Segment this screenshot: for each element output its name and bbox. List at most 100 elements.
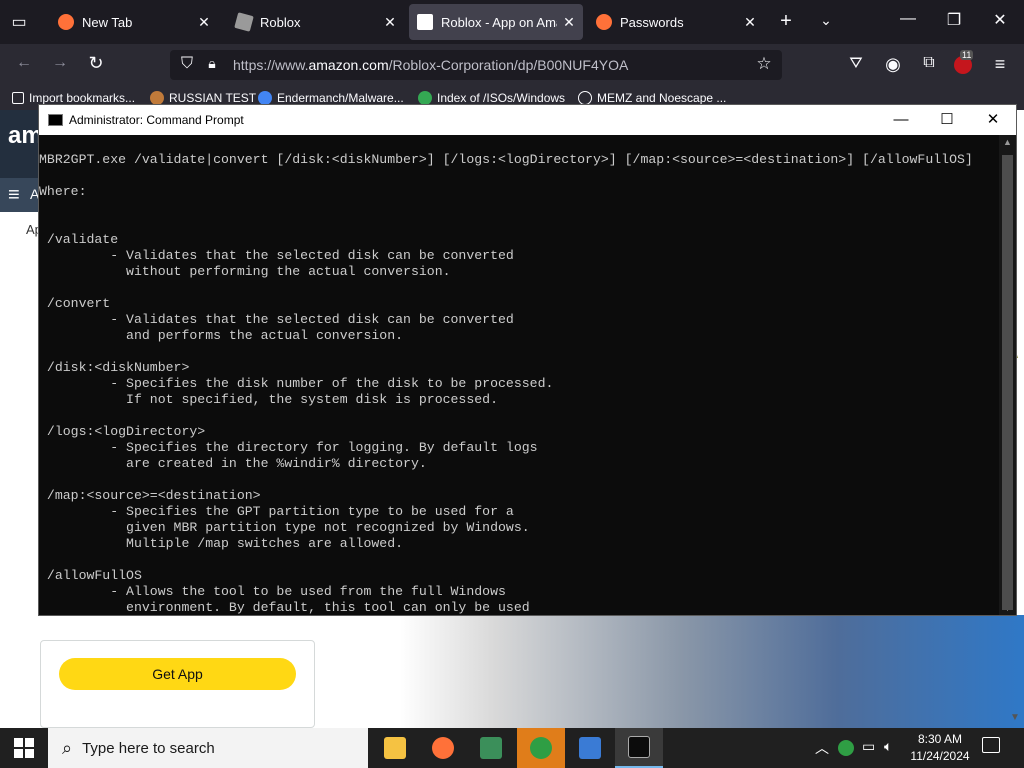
bookmark-label: RUSSIAN TEST xyxy=(169,91,257,105)
tab-close-icon[interactable]: ✕ xyxy=(192,14,216,31)
cmd-output-line xyxy=(39,552,999,568)
command-prompt-taskbar-icon[interactable] xyxy=(615,728,663,768)
cmd-output-line: - Specifies the GPT partition type to be… xyxy=(39,504,514,519)
extensions-icon[interactable]: ⧉ xyxy=(918,54,940,72)
bookmark-label: Endermanch/Malware... xyxy=(277,91,404,105)
cmd-output-line: Where: xyxy=(39,184,87,199)
notepad-taskbar-icon[interactable] xyxy=(467,728,515,768)
clock-date: 11/24/2024 xyxy=(910,749,970,763)
restore-icon[interactable]: ❐ xyxy=(942,10,966,30)
url-host: amazon.com xyxy=(308,57,389,73)
tracking-shield-icon[interactable]: ⛉ xyxy=(178,55,196,73)
notifications-icon[interactable] xyxy=(982,737,1000,753)
account-icon[interactable]: ◉ xyxy=(882,54,904,75)
cmd-output-line: given MBR partition type not recognized … xyxy=(39,520,530,535)
cmd-icon xyxy=(628,736,650,758)
bookmark-endermanch[interactable]: Endermanch/Malware... xyxy=(258,91,404,105)
cmd-output-line: without performing the actual conversion… xyxy=(39,264,451,279)
forward-icon[interactable]: → xyxy=(48,54,72,72)
cmd-output-line: MBR2GPT.exe /validate|convert [/disk:<di… xyxy=(39,152,973,167)
tab-new-tab[interactable]: New Tab ✕ xyxy=(44,4,222,40)
firefox-view-icon[interactable]: ▭ xyxy=(8,12,30,32)
tab-label: Passwords xyxy=(620,14,684,30)
roblox-icon xyxy=(234,12,254,32)
tab-close-icon[interactable]: ✕ xyxy=(557,14,581,31)
bookmark-favicon-icon xyxy=(150,91,164,105)
bookmark-label: Index of /ISOs/Windows xyxy=(437,91,566,105)
pocket-icon[interactable]: ⛛ xyxy=(845,55,867,73)
hamburger-menu-icon[interactable]: ≡ xyxy=(990,54,1010,75)
cmd-output-line xyxy=(39,216,999,232)
scroll-up-icon[interactable]: ▲ xyxy=(999,137,1016,147)
cmd-output[interactable]: MBR2GPT.exe /validate|convert [/disk:<di… xyxy=(39,135,999,615)
address-bar[interactable]: ⛉ 🔒︎ https://www.amazon.com/Roblox-Corpo… xyxy=(170,50,782,80)
firefox-icon xyxy=(596,14,612,30)
bookmark-import[interactable]: Import bookmarks... xyxy=(12,91,135,105)
cmd-output-line xyxy=(39,472,999,488)
url-path: /Roblox-Corporation/dp/B00NUF4YOA xyxy=(388,57,629,73)
bookmark-star-icon[interactable]: ☆ xyxy=(754,54,774,74)
hamburger-menu-icon[interactable]: ≡ xyxy=(8,184,20,207)
cmd-output-line: /convert xyxy=(39,296,111,311)
tray-app-icon[interactable] xyxy=(838,740,854,756)
cmd-output-line xyxy=(39,344,999,360)
cmd-output-line: /validate xyxy=(39,232,119,247)
tab-roblox-amazon[interactable]: Roblox - App on Amaz ✕ xyxy=(409,4,583,40)
firefox-icon xyxy=(432,737,454,759)
start-pane xyxy=(14,749,23,758)
url-prefix: https://www. xyxy=(233,57,309,73)
taskbar-search-box[interactable]: ⌕ Type here to search xyxy=(48,728,368,768)
bookmark-label: Import bookmarks... xyxy=(29,91,136,105)
cmd-output-line xyxy=(39,280,999,296)
close-icon[interactable]: ✕ xyxy=(988,10,1012,30)
back-icon[interactable]: ← xyxy=(12,54,36,72)
tab-list-chevron-icon[interactable]: ⌄ xyxy=(814,12,838,29)
cmd-output-line: - Specifies the disk number of the disk … xyxy=(39,376,554,391)
show-hidden-icons-chevron-icon[interactable]: ︿ xyxy=(815,738,829,758)
green-app-icon xyxy=(530,737,552,759)
cmd-title-bar[interactable]: Administrator: Command Prompt — ☐ ✕ xyxy=(39,105,1016,135)
tab-close-icon[interactable]: ✕ xyxy=(378,14,402,31)
cmd-minimize-icon[interactable]: — xyxy=(878,105,924,135)
tab-passwords[interactable]: Passwords ✕ xyxy=(584,4,768,40)
green-app-taskbar-icon[interactable] xyxy=(517,728,565,768)
page-scroll-down-icon[interactable]: ▼ xyxy=(1010,712,1020,723)
new-tab-plus-icon[interactable]: + xyxy=(774,10,798,33)
file-explorer-icon[interactable] xyxy=(371,728,419,768)
cmd-scroll-thumb[interactable] xyxy=(1002,155,1013,610)
volume-icon[interactable]: 🔈︎ xyxy=(884,738,892,755)
bookmark-memz[interactable]: MEMZ and Noescape ... xyxy=(578,91,726,105)
get-app-button[interactable]: Get App xyxy=(59,658,296,690)
bookmark-russian-test[interactable]: RUSSIAN TEST xyxy=(150,91,256,105)
bookmark-index-isos[interactable]: Index of /ISOs/Windows xyxy=(418,91,565,105)
blue-app-taskbar-icon[interactable] xyxy=(566,728,614,768)
search-icon: ⌕ xyxy=(62,737,73,758)
clock-time: 8:30 AM xyxy=(917,732,963,746)
minimize-icon[interactable]: — xyxy=(896,10,920,28)
google-icon xyxy=(418,91,432,105)
cmd-output-line: and performs the actual conversion. xyxy=(39,328,404,343)
cmd-output-line: /logs:<logDirectory> xyxy=(39,424,206,439)
cmd-output-line: - Specifies the directory for logging. B… xyxy=(39,440,538,455)
cmd-output-line: If not specified, the system disk is pro… xyxy=(39,392,498,407)
tab-roblox[interactable]: Roblox ✕ xyxy=(222,4,408,40)
amazon-header: am xyxy=(0,110,43,178)
google-icon xyxy=(258,91,272,105)
start-pane xyxy=(14,738,23,747)
cmd-output-line: Multiple /map switches are allowed. xyxy=(39,536,404,551)
firefox-taskbar-icon[interactable] xyxy=(419,728,467,768)
reload-icon[interactable]: ↻ xyxy=(84,53,108,74)
url-text[interactable]: https://www.amazon.com/Roblox-Corporatio… xyxy=(233,57,628,73)
tab-label: Roblox - App on Amaz xyxy=(441,14,557,30)
firefox-icon xyxy=(58,14,74,30)
cmd-close-icon[interactable]: ✕ xyxy=(970,105,1016,135)
command-prompt-window[interactable]: Administrator: Command Prompt — ☐ ✕ MBR2… xyxy=(38,104,1017,616)
tab-close-icon[interactable]: ✕ xyxy=(738,14,762,31)
cmd-output-line: - Allows the tool to be used from the fu… xyxy=(39,584,506,599)
bookmark-label: MEMZ and Noescape ... xyxy=(597,91,727,105)
windows-start-icon[interactable] xyxy=(14,738,34,758)
network-icon[interactable]: ▭ xyxy=(862,738,875,755)
taskbar-clock[interactable]: 8:30 AM 11/24/2024 xyxy=(906,731,974,765)
cmd-maximize-icon[interactable]: ☐ xyxy=(924,105,970,135)
lock-icon[interactable]: 🔒︎ xyxy=(204,55,220,72)
